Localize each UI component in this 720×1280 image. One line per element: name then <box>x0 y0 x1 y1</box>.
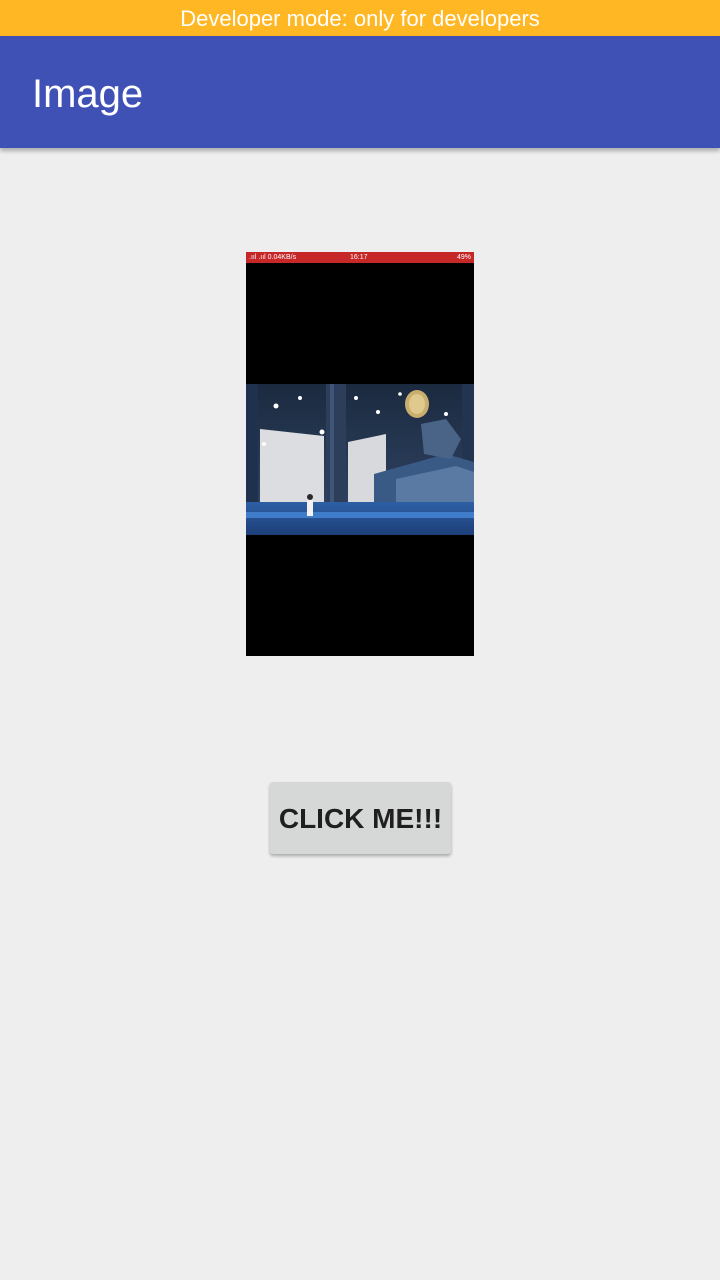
page-title: Image <box>32 72 144 116</box>
app-bar: Image <box>0 36 720 148</box>
screenshot-status-battery: 49% <box>456 254 471 261</box>
screenshot-status-signal: .ııl .ııl 0.04KB/s <box>249 254 297 261</box>
screenshot-status-bar: .ııl .ııl 0.04KB/s 16:17 49% <box>246 252 474 263</box>
developer-mode-text: Developer mode: only for developers <box>180 6 540 31</box>
image-view: .ııl .ııl 0.04KB/s 16:17 49% <box>246 252 474 656</box>
developer-mode-banner: Developer mode: only for developers <box>0 0 720 36</box>
click-me-button[interactable]: CLICK ME!!! <box>270 782 451 854</box>
screenshot-status-time: 16:17 <box>350 254 368 261</box>
anechoic-chamber-photo <box>246 384 474 535</box>
